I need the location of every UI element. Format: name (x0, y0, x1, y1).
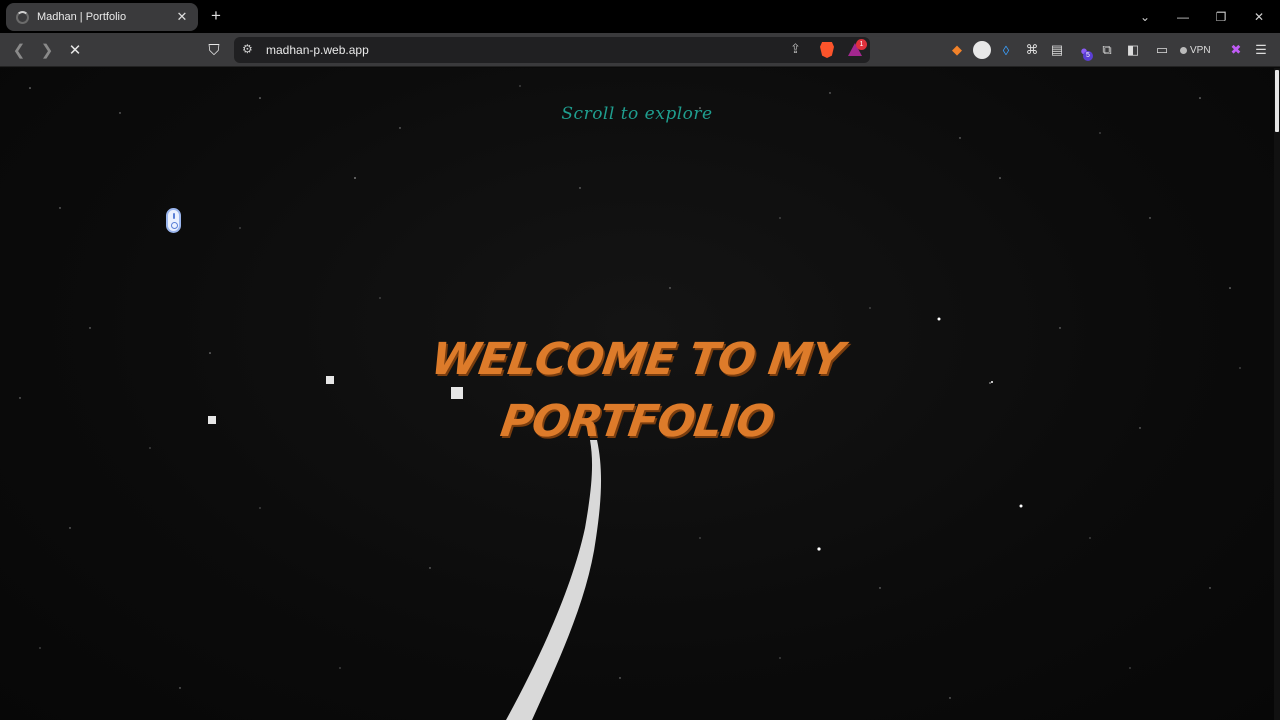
tab-search-chevron-icon[interactable]: ⌄ (1126, 0, 1164, 33)
command-extension-icon[interactable]: ⌘ (1023, 41, 1041, 59)
site-settings-icon[interactable]: ⚙ (242, 42, 253, 56)
headline-line1: WELCOME TO MY (427, 334, 847, 385)
rocket-trail (506, 440, 602, 720)
headline-line2: PORTFOLIO (497, 396, 777, 447)
main-menu-icon[interactable]: ☰ (1252, 41, 1270, 59)
rewards-badge: 1 (856, 39, 867, 50)
new-tab-button[interactable]: + (206, 5, 226, 27)
vpn-label: VPN (1190, 44, 1211, 56)
page-scrollbar[interactable] (1274, 68, 1280, 720)
address-bar[interactable]: ⚙ madhan-p.web.app ⇪ 1 (234, 37, 870, 63)
bookmark-icon[interactable]: ⛉ (203, 39, 225, 61)
share-icon[interactable]: ⇪ (790, 41, 801, 57)
mouse-scroll-icon (166, 208, 181, 233)
sidebar-toggle-icon[interactable]: ◧ (1124, 41, 1142, 59)
close-window-button[interactable]: ✕ (1240, 0, 1278, 33)
tab-strip: Madhan | Portfolio ✕ + ⌄ — ❐ ✕ (0, 0, 1280, 33)
restore-button[interactable]: ❐ (1202, 0, 1240, 33)
loading-spinner-icon (16, 10, 29, 24)
tab-madhan-portfolio[interactable]: Madhan | Portfolio ✕ (6, 3, 198, 31)
reader-extension-icon[interactable]: ▤ (1048, 41, 1066, 59)
stop-loading-button[interactable]: ✕ (64, 39, 86, 61)
forward-button[interactable]: ❯ (36, 39, 58, 61)
url-text[interactable]: madhan-p.web.app (266, 43, 369, 57)
scrollbar-thumb[interactable] (1275, 70, 1279, 132)
tab-title: Madhan | Portfolio (37, 11, 127, 23)
extension-badge: 5 (1083, 51, 1093, 61)
page-viewport[interactable]: Scroll to explore WELCOME TO MY PORTFOLI… (0, 68, 1274, 720)
back-button[interactable]: ❮ (8, 39, 30, 61)
browser-toolbar: ❮ ❯ ✕ ⛉ ⚙ madhan-p.web.app ⇪ 1 ◆ ◊ ⌘ ▤ ●… (0, 33, 1280, 67)
extensions-puzzle-icon[interactable]: ⧉ (1098, 41, 1116, 59)
leo-ai-icon[interactable]: ✖ (1227, 41, 1245, 59)
vpn-status-icon (1180, 46, 1187, 54)
profile-avatar[interactable] (973, 41, 991, 59)
minimize-button[interactable]: — (1164, 0, 1202, 33)
drop-extension-icon[interactable]: ◊ (997, 41, 1015, 59)
metamask-fox-icon[interactable]: ◆ (948, 41, 966, 59)
starfield-background (19, 85, 1241, 720)
scroll-hint-text: Scroll to explore (561, 104, 713, 124)
close-tab-icon[interactable]: ✕ (174, 9, 190, 25)
wallet-icon[interactable]: ▭ (1153, 41, 1171, 59)
brave-shields-icon[interactable] (820, 42, 834, 58)
vpn-button[interactable]: VPN (1180, 41, 1211, 59)
